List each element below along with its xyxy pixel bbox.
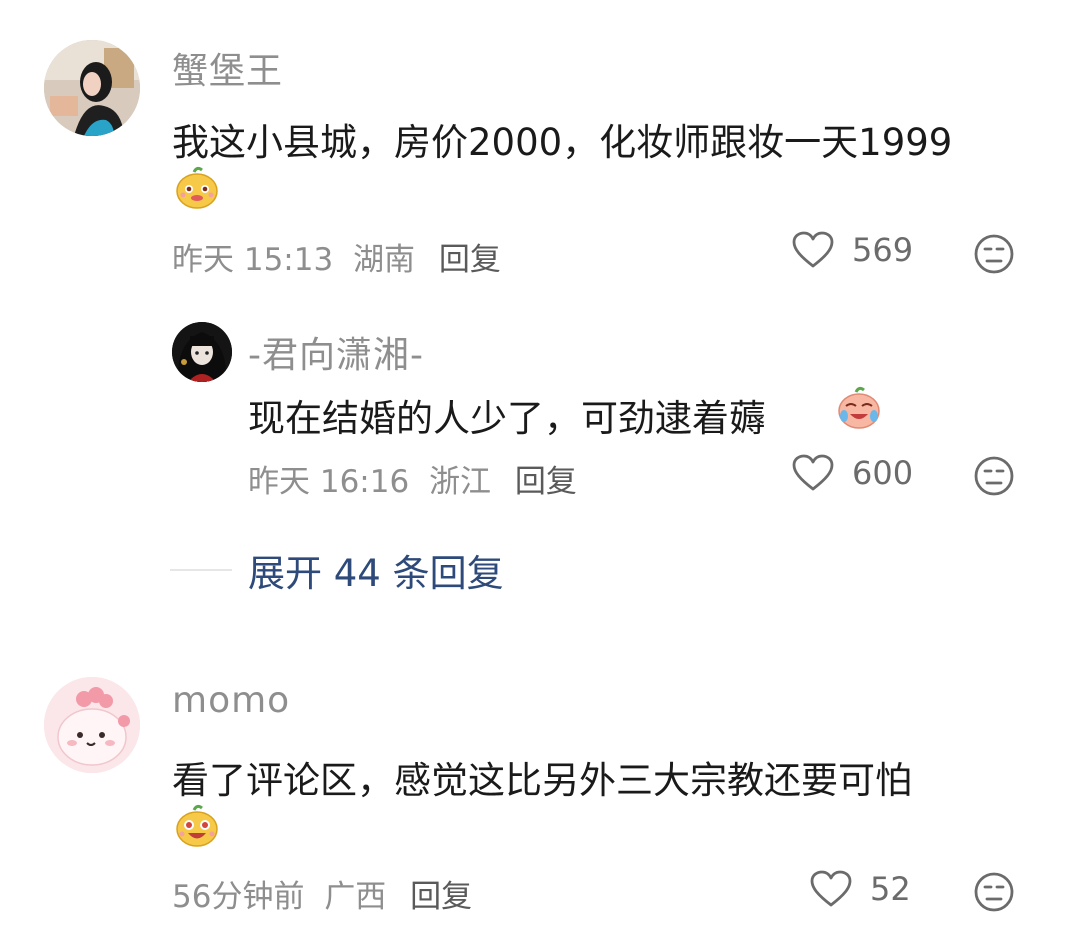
like-count: 569 xyxy=(852,231,914,269)
reply-meta: 昨天 16:16 浙江 回复 xyxy=(248,456,577,501)
smiling-mango-emoji-icon xyxy=(174,164,220,210)
dislike-face-icon[interactable] xyxy=(974,234,1014,274)
expand-replies-link[interactable]: 展开 44 条回复 xyxy=(248,543,504,597)
reply-location: 浙江 xyxy=(429,464,492,500)
comment-username[interactable]: momo xyxy=(172,680,290,721)
avatar[interactable] xyxy=(172,322,232,382)
comment-meta: 56分钟前 广西 回复 xyxy=(172,871,472,916)
reply-username[interactable]: -君向潇湘- xyxy=(248,326,424,378)
reply-button[interactable]: 回复 xyxy=(515,464,577,500)
like-button[interactable]: 600 xyxy=(792,454,913,492)
reply-button[interactable]: 回复 xyxy=(439,242,501,278)
like-count: 600 xyxy=(852,454,914,492)
avatar[interactable] xyxy=(44,677,140,773)
comment-text: 我这小县城，房价2000，化妆师跟妆一天1999 xyxy=(172,121,953,164)
avatar[interactable] xyxy=(44,40,140,136)
divider xyxy=(170,569,232,571)
crying-laughing-emoji-icon xyxy=(836,384,882,430)
heart-icon xyxy=(810,870,852,907)
like-button[interactable]: 52 xyxy=(810,870,911,908)
comment-location: 广西 xyxy=(324,879,387,915)
excited-mango-emoji-icon xyxy=(174,802,220,848)
like-button[interactable]: 569 xyxy=(792,231,913,269)
comment-text: 看了评论区，感觉这比另外三大宗教还要可怕 xyxy=(172,759,912,802)
comment-time: 昨天 15:13 xyxy=(172,242,334,278)
comment-meta: 昨天 15:13 湖南 回复 xyxy=(172,234,501,279)
comment-time: 56分钟前 xyxy=(172,879,305,915)
reply-button[interactable]: 回复 xyxy=(410,879,472,915)
like-count: 52 xyxy=(870,870,911,908)
reply-time: 昨天 16:16 xyxy=(248,464,410,500)
dislike-face-icon[interactable] xyxy=(974,456,1014,496)
heart-icon xyxy=(792,231,834,268)
heart-icon xyxy=(792,454,834,491)
comment-username[interactable]: 蟹堡王 xyxy=(172,42,283,94)
comment-location: 湖南 xyxy=(353,242,416,278)
dislike-face-icon[interactable] xyxy=(974,872,1014,912)
reply-text: 现在结婚的人少了，可劲逮着薅 xyxy=(248,397,766,440)
expand-replies[interactable]: 展开 44 条回复 xyxy=(170,543,504,597)
